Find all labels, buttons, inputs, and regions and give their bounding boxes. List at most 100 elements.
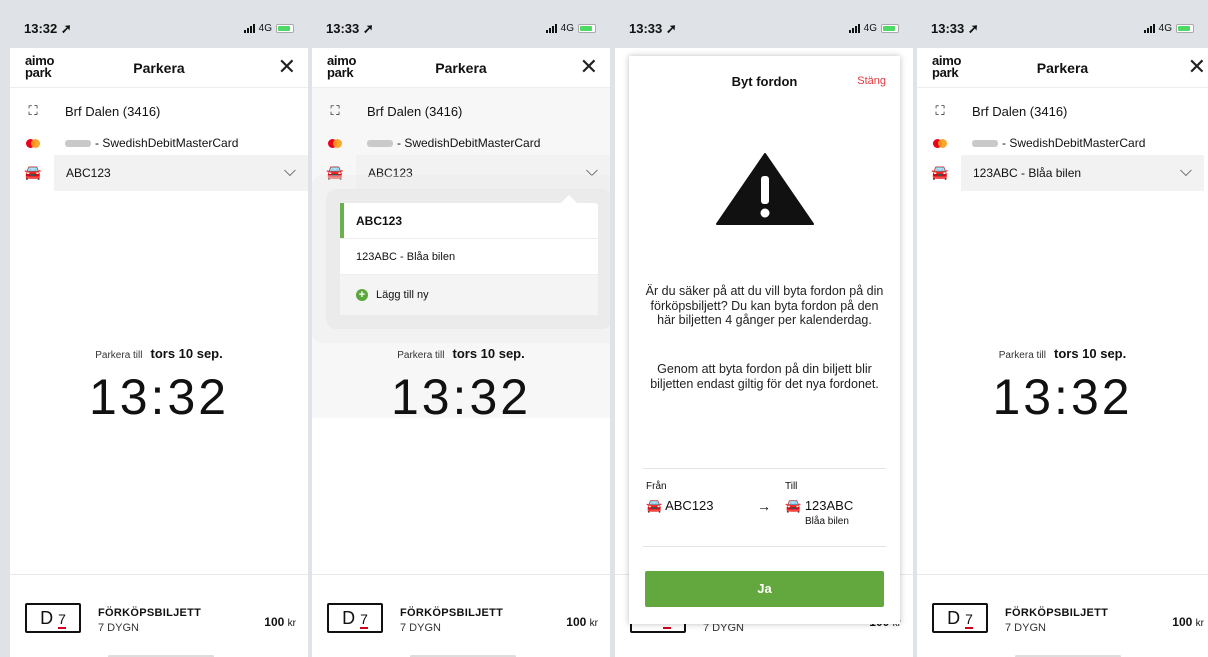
to-vehicle-name: Blåa bilen — [805, 516, 849, 527]
status-bar: 13:32 ➚ 4G — [10, 12, 308, 48]
location-label: Brf Dalen (3416) — [972, 103, 1068, 119]
ticket-bar[interactable]: D 7 FÖRKÖPSBILJETT 7 DYGN 100 kr — [917, 574, 1208, 657]
modal-close-link[interactable]: Stäng — [857, 75, 886, 87]
network-label: 4G — [258, 23, 272, 34]
status-bar: 13:33 ➚ 4G — [312, 12, 610, 48]
map-pin-icon: ⛶ — [935, 103, 945, 118]
location-label: Brf Dalen (3416) — [65, 103, 161, 119]
park-until-time[interactable]: 13:32 — [917, 368, 1208, 426]
arrow-right-icon: → — [757, 498, 771, 514]
plus-icon: + — [356, 289, 368, 301]
mastercard-icon — [933, 138, 947, 148]
card-row[interactable]: - SwedishDebitMasterCard — [312, 132, 610, 154]
ticket-bar[interactable]: D 7 FÖRKÖPSBILJETT 7 DYGN 100 kr — [312, 574, 610, 657]
card-row[interactable]: - SwedishDebitMasterCard — [917, 132, 1208, 154]
to-vehicle: 🚘 123ABC — [785, 498, 854, 513]
network-label: 4G — [560, 23, 574, 34]
status-time: 13:33 ➚ — [629, 21, 677, 36]
add-vehicle-button[interactable]: + Lägg till ny — [340, 275, 598, 315]
park-until-date: tors 10 sep. — [452, 346, 525, 361]
dropdown-option[interactable]: 123ABC - Blåa bilen — [340, 239, 598, 275]
ticket-subtitle: 7 DYGN — [400, 622, 441, 634]
from-label: Från — [646, 481, 667, 492]
divider — [643, 468, 886, 469]
ticket-title: FÖRKÖPSBILJETT — [400, 607, 504, 619]
car-icon: 🚘 — [326, 164, 344, 180]
screen-parkera-updated: 13:33 ➚ 4G aimo park Parkera ✕ ⛶ Brf Dale… — [917, 12, 1208, 657]
chevron-down-icon: ⌵ — [585, 163, 598, 180]
ticket-bar[interactable]: D 7 FÖRKÖPSBILJETT 7 DYGN 100 kr — [10, 574, 308, 657]
add-vehicle-label: Lägg till ny — [376, 289, 429, 301]
battery-icon — [1176, 24, 1194, 33]
modal-message: Är du säker på att du vill byta fordon p… — [645, 284, 884, 327]
vehicle-select[interactable]: ABC123 ⌵ — [356, 155, 610, 191]
location-row: ⛶ Brf Dalen (3416) — [312, 100, 610, 122]
status-indicators: 4G — [1143, 23, 1194, 34]
close-icon[interactable]: ✕ — [1188, 56, 1206, 78]
vehicle-select-value: ABC123 — [66, 166, 111, 180]
park-until-time[interactable]: 13:32 — [10, 368, 308, 426]
card-label: - SwedishDebitMasterCard — [95, 136, 239, 150]
masked-card-number — [972, 140, 998, 148]
car-icon: 🚘 — [646, 498, 663, 513]
ticket-d7-badge-icon: D 7 — [25, 603, 81, 633]
battery-icon — [578, 24, 596, 33]
ticket-subtitle: 7 DYGN — [98, 622, 139, 634]
ticket-d7-badge-icon: D 7 — [327, 603, 383, 633]
park-until-line: Parkera till tors 10 sep. — [998, 346, 1127, 361]
map-pin-icon: ⛶ — [28, 103, 38, 118]
mastercard-icon — [328, 138, 342, 148]
to-label: Till — [785, 481, 798, 492]
signal-icon — [243, 24, 255, 33]
card-label: - SwedishDebitMasterCard — [1002, 136, 1146, 150]
screen-change-vehicle-modal: 13:33 ➚ 4G D 7 FÖRKÖPSBILJETT 7 DYGN 100… — [615, 12, 913, 657]
network-label: 4G — [863, 23, 877, 34]
vehicle-select-value: 123ABC - Blåa bilen — [973, 166, 1082, 180]
status-time: 13:33 ➚ — [326, 21, 374, 36]
page-title: Parkera — [1036, 60, 1089, 76]
confirm-button[interactable]: Ja — [645, 571, 884, 607]
signal-icon — [545, 24, 557, 33]
car-icon: 🚘 — [785, 498, 802, 513]
vehicle-select[interactable]: 123ABC - Blåa bilen ⌵ — [961, 155, 1204, 191]
car-icon: 🚘 — [24, 164, 42, 180]
chevron-down-icon: ⌵ — [283, 163, 296, 180]
car-icon: 🚘 — [931, 164, 949, 180]
modal-message-2: Genom att byta fordon på din biljett bli… — [650, 362, 879, 391]
park-until-line: Parkera till tors 10 sep. — [397, 346, 525, 361]
ticket-price: 100 kr — [264, 615, 296, 629]
divider — [643, 546, 886, 547]
location-row: ⛶ Brf Dalen (3416) — [10, 100, 308, 122]
battery-icon — [881, 24, 899, 33]
park-until-date: tors 10 sep. — [1053, 346, 1127, 361]
ticket-price: 100 kr — [1172, 615, 1204, 629]
battery-icon — [276, 24, 294, 33]
status-indicators: 4G — [243, 23, 294, 34]
park-until-date: tors 10 sep. — [150, 346, 223, 361]
card-row[interactable]: - SwedishDebitMasterCard — [10, 132, 308, 154]
header: aimo park Parkera ✕ — [312, 48, 610, 88]
ticket-d7-badge-icon: D 7 — [932, 603, 988, 633]
signal-icon — [848, 24, 860, 33]
network-label: 4G — [1158, 23, 1172, 34]
page-title: Parkera — [133, 60, 185, 76]
vehicle-select[interactable]: ABC123 ⌵ — [54, 155, 308, 191]
dropdown-option-selected[interactable]: ABC123 — [340, 203, 598, 239]
close-icon[interactable]: ✕ — [278, 56, 296, 78]
status-bar: 13:33 ➚ 4G — [917, 12, 1208, 48]
ticket-title: FÖRKÖPSBILJETT — [1005, 607, 1109, 619]
mastercard-icon — [26, 138, 40, 148]
chevron-down-icon: ⌵ — [1179, 163, 1192, 180]
park-until-time[interactable]: 13:32 — [312, 368, 610, 426]
location-row: ⛶ Brf Dalen (3416) — [917, 100, 1208, 122]
vehicle-select-value: ABC123 — [368, 166, 413, 180]
status-bar: 13:33 ➚ 4G — [615, 12, 913, 48]
close-icon[interactable]: ✕ — [580, 56, 598, 78]
location-label: Brf Dalen (3416) — [367, 103, 463, 119]
change-vehicle-modal: Byt fordon Stäng Är du säker på att du v… — [629, 56, 900, 624]
masked-card-number — [65, 140, 91, 148]
from-vehicle: 🚘 ABC123 — [646, 498, 714, 513]
map-pin-icon: ⛶ — [330, 103, 340, 118]
page-title: Parkera — [435, 60, 487, 76]
screen-parkera-1: 13:32 ➚ 4G aimo park Parkera ✕ ⛶ Brf Dale… — [10, 12, 308, 657]
